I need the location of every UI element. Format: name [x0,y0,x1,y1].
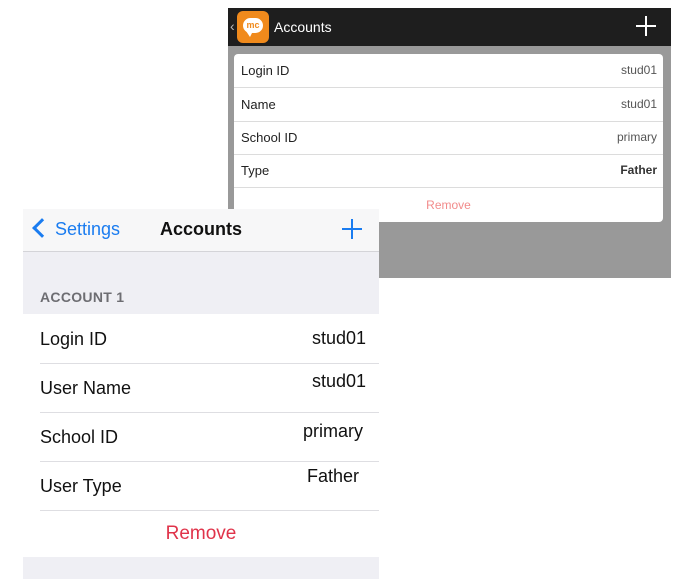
add-account-icon[interactable] [341,218,363,240]
page-title: Accounts [274,19,332,35]
row-value: primary [616,130,657,144]
row-label: Name [241,97,276,112]
back-button-label: Settings [55,219,121,239]
row-value: stud01 [620,63,657,77]
chat-bubble-icon: mc [243,18,263,37]
row-value: primary [303,421,364,441]
login-id-row: Login ID stud01 [234,54,663,88]
row-label: School ID [40,427,119,447]
row-label: Login ID [241,63,290,78]
school-id-row: School ID primary [40,412,379,462]
app-logo-icon[interactable]: mc [237,11,269,43]
type-row: Type Father [234,154,663,188]
back-button[interactable]: Settings [31,217,120,241]
row-value: stud01 [312,371,367,391]
row-label: School ID [241,130,298,145]
ios-accounts-screen: Accounts Settings ACCOUNT 1 Login ID stu… [23,209,379,579]
android-action-bar: ‹ mc Accounts [228,8,671,46]
name-row: Name stud01 [234,88,663,122]
school-id-row: School ID primary [234,121,663,155]
row-label: Login ID [40,329,108,349]
chevron-left-icon [32,218,52,238]
navigation-bar: Accounts Settings [23,209,379,252]
account-card: Login ID stud01 Name stud01 School ID pr… [234,54,663,222]
back-icon[interactable]: ‹ [230,15,236,37]
row-value: stud01 [620,97,657,111]
row-label: User Name [40,378,132,398]
row-label: User Type [40,476,122,496]
add-account-icon[interactable] [635,15,657,37]
row-value: Father [307,466,360,486]
remove-button[interactable]: Remove [23,510,379,557]
user-type-row: User Type Father [40,461,379,511]
row-value: stud01 [312,328,367,348]
logo-text: mc [246,20,260,30]
user-name-row: User Name stud01 [40,363,379,413]
section-header: ACCOUNT 1 [40,289,125,305]
login-id-row: Login ID stud01 [40,314,379,364]
account-group: Login ID stud01 User Name stud01 School … [23,314,379,557]
row-label: Type [241,163,270,178]
row-value: Father [620,163,657,177]
